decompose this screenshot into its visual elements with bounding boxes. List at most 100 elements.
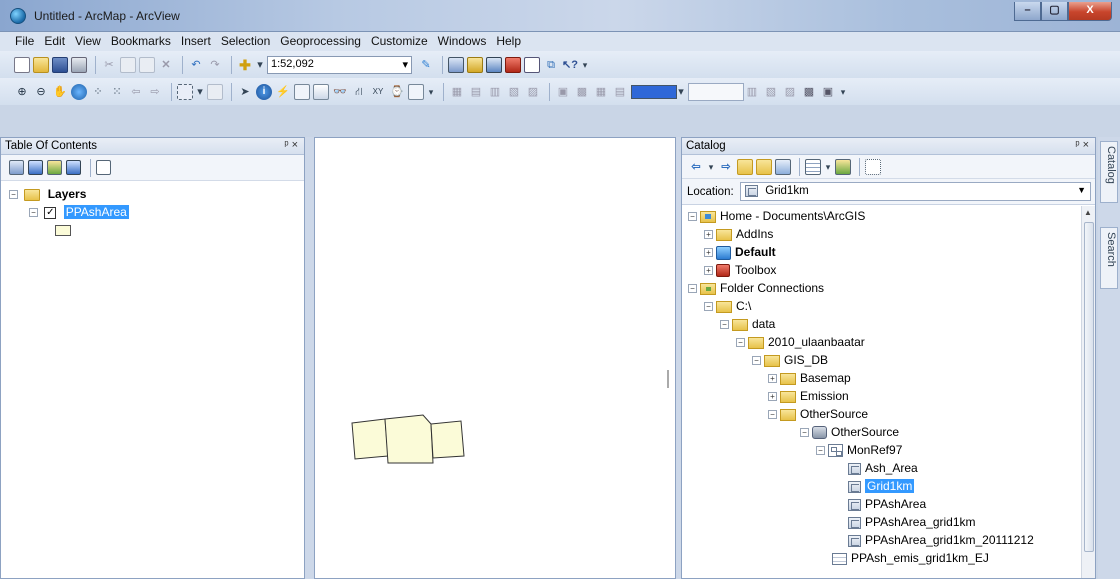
tree-item-addins[interactable]: + AddIns	[704, 226, 773, 242]
cut-icon[interactable]: ✂	[101, 57, 117, 73]
layer-visibility-checkbox[interactable]: ✓	[44, 206, 57, 219]
tree-item-gis-db[interactable]: − GIS_DB	[752, 352, 828, 368]
open-folder-icon[interactable]	[33, 57, 49, 73]
tree-item-home[interactable]: − Home - Documents\ArcGIS	[688, 208, 865, 224]
tree-item-ppasharea-grid1km[interactable]: PPAshArea_grid1km	[848, 514, 976, 530]
select-elements-arrow-icon[interactable]: ➤	[237, 84, 253, 100]
pan-hand-icon[interactable]: ✋	[52, 84, 68, 100]
draw-tool-icon-1[interactable]: ▦	[449, 84, 465, 100]
menu-bookmarks[interactable]: Bookmarks	[106, 32, 176, 51]
find-binoculars-icon[interactable]: 👓	[332, 84, 348, 100]
html-popup-icon[interactable]	[294, 84, 310, 100]
location-combobox[interactable]: Grid1km ▼	[740, 182, 1091, 201]
select-features-icon[interactable]	[177, 84, 193, 100]
menu-windows[interactable]: Windows	[433, 32, 492, 51]
editor-toolbar-icon[interactable]: ✎	[418, 57, 434, 73]
color-dropdown-icon[interactable]: ▾	[677, 84, 685, 100]
expand-icon[interactable]: +	[704, 230, 713, 240]
tree-item-othersource-folder[interactable]: − OtherSource	[768, 406, 868, 422]
collapse-icon[interactable]: −	[720, 320, 729, 330]
create-viewer-window-icon[interactable]	[408, 84, 424, 100]
toolbar-options-icon[interactable]: ▾	[427, 84, 435, 100]
back-dropdown-icon[interactable]: ▾	[707, 159, 715, 175]
draw-tool-icon-2[interactable]: ▤	[468, 84, 484, 100]
catalog-pin-close-icon[interactable]: ᵖ ×	[1075, 139, 1089, 151]
expand-icon[interactable]: +	[768, 392, 777, 402]
toc-layers-node[interactable]: − Layers	[9, 187, 86, 201]
layer-name-label[interactable]: PPAshArea	[63, 205, 129, 219]
draw-tool-icon-5[interactable]: ▨	[525, 84, 541, 100]
new-item-icon[interactable]	[835, 158, 851, 175]
toolbar-options-icon[interactable]: ▾	[839, 84, 847, 100]
menu-edit[interactable]: Edit	[39, 32, 70, 51]
time-slider-icon[interactable]: ⌚	[389, 84, 405, 100]
map-scale-combobox[interactable]: 1:52,092 ▾	[267, 56, 412, 74]
draw-tool-icon-7[interactable]: ▩	[574, 84, 590, 100]
tree-item-folder-connections[interactable]: − Folder Connections	[688, 280, 824, 296]
tree-item-data[interactable]: − data	[720, 316, 775, 332]
map-view[interactable]	[314, 137, 676, 579]
connect-to-folder-icon[interactable]	[775, 158, 791, 175]
hyperlink-icon[interactable]: ⚡	[275, 84, 291, 100]
menu-selection[interactable]: Selection	[216, 32, 275, 51]
toc-pin-close-icon[interactable]: ᵖ ×	[284, 139, 298, 151]
whats-this-help-icon[interactable]: ↖?	[562, 57, 578, 73]
tree-item-c-drive[interactable]: − C:\	[704, 298, 751, 314]
close-button[interactable]: X	[1068, 2, 1112, 21]
toolbar-options-icon[interactable]: ▾	[581, 57, 589, 73]
scrollbar-thumb[interactable]	[1084, 222, 1094, 552]
draw-tool-icon-12[interactable]: ▨	[782, 84, 798, 100]
tree-item-grid1km[interactable]: Grid1km	[848, 478, 915, 494]
expand-icon[interactable]: +	[704, 266, 713, 276]
collapse-icon[interactable]: −	[736, 338, 745, 348]
minimize-button[interactable]: –	[1014, 2, 1041, 21]
list-by-drawing-order-icon[interactable]	[9, 160, 24, 175]
measure-icon[interactable]	[313, 84, 329, 100]
draw-tool-icon-8[interactable]: ▦	[593, 84, 609, 100]
catalog-window-icon[interactable]	[467, 57, 483, 73]
select-dropdown-icon[interactable]: ▾	[196, 84, 204, 100]
up-one-level-icon[interactable]	[737, 158, 753, 175]
paste-icon[interactable]	[139, 57, 155, 73]
collapse-icon[interactable]: −	[800, 428, 809, 438]
tree-item-default[interactable]: + Default	[704, 244, 776, 260]
menu-help[interactable]: Help	[491, 32, 526, 51]
tree-item-ppasharea-grid1km-20111212[interactable]: PPAshArea_grid1km_20111212	[848, 532, 1034, 548]
tree-item-ash-area[interactable]: Ash_Area	[848, 460, 918, 476]
fixed-zoom-in-icon[interactable]: ⁘	[90, 84, 106, 100]
zoom-in-icon[interactable]: ⊕	[14, 84, 30, 100]
draw-tool-icon-4[interactable]: ▧	[506, 84, 522, 100]
tree-item-toolbox[interactable]: + Toolbox	[704, 262, 776, 278]
forward-arrow-icon[interactable]: ⇨	[718, 159, 734, 175]
scroll-up-arrow-icon[interactable]: ▲	[1084, 208, 1092, 217]
search-side-tab[interactable]: Search	[1100, 227, 1118, 289]
draw-tool-icon-9[interactable]: ▤	[612, 84, 628, 100]
collapse-icon[interactable]: −	[752, 356, 761, 366]
go-forward-extent-icon[interactable]: ⇨	[147, 84, 163, 100]
modelbuilder-icon[interactable]: ⧉	[543, 57, 559, 73]
draw-tool-icon-11[interactable]: ▧	[763, 84, 779, 100]
layer-symbol-patch[interactable]	[55, 225, 71, 236]
tree-item-monref97[interactable]: − MonRef97	[816, 442, 902, 458]
collapse-icon[interactable]: −	[9, 190, 18, 200]
identify-icon[interactable]: i	[256, 84, 272, 100]
chevron-down-icon[interactable]: ▼	[1077, 185, 1086, 195]
toggle-contents-panel-icon[interactable]	[865, 158, 881, 175]
draw-tool-icon-14[interactable]: ▣	[820, 84, 836, 100]
toc-map-splitter[interactable]	[305, 137, 314, 579]
menu-file[interactable]: File	[10, 32, 39, 51]
add-data-dropdown-icon[interactable]: ▾	[256, 57, 264, 73]
collapse-icon[interactable]: −	[816, 446, 825, 456]
catalog-vertical-scrollbar[interactable]: ▲	[1081, 206, 1095, 578]
fill-color-swatch[interactable]	[631, 85, 677, 99]
redo-icon[interactable]: ↷	[207, 57, 223, 73]
go-to-xy-icon[interactable]: XY	[370, 84, 386, 100]
toc-options-icon[interactable]	[96, 160, 111, 175]
toc-layer-ppasharea[interactable]: − ✓ PPAshArea	[29, 205, 129, 219]
python-window-icon[interactable]	[524, 57, 540, 73]
print-icon[interactable]	[71, 57, 87, 73]
chevron-down-icon[interactable]: ▾	[402, 58, 408, 72]
map-canvas[interactable]	[315, 138, 677, 579]
find-route-icon[interactable]: ⛙	[351, 84, 367, 100]
list-by-source-icon[interactable]	[28, 160, 43, 175]
